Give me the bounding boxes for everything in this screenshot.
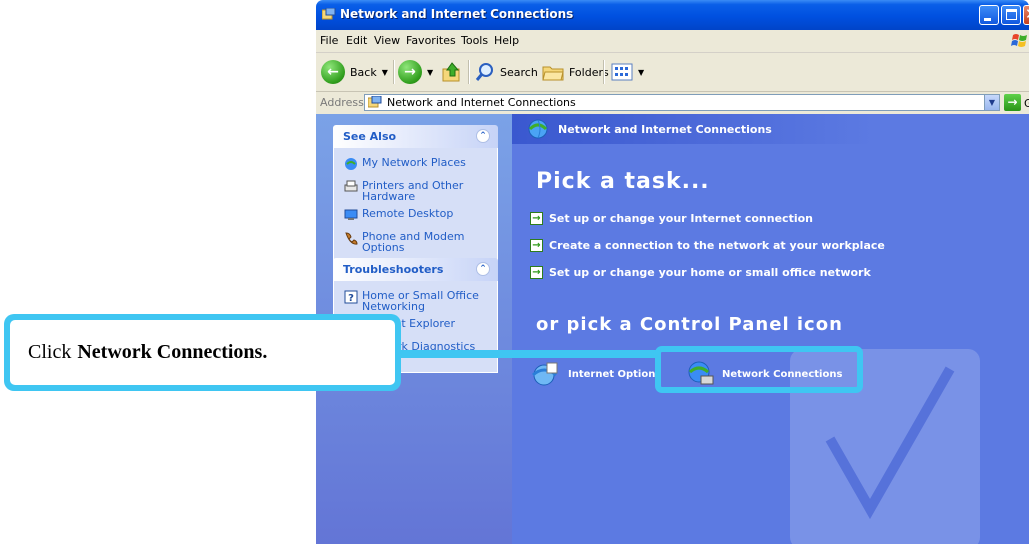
see-also-item-label: Printers and Other Hardware xyxy=(362,179,464,203)
collapse-icon[interactable]: ⌃ xyxy=(476,262,490,276)
windows-logo-icon xyxy=(1011,34,1027,47)
views-icon xyxy=(611,63,633,81)
printer-icon xyxy=(344,180,358,192)
address-value: Network and Internet Connections xyxy=(387,96,576,109)
toolbar-divider xyxy=(603,60,605,84)
chevron-down-icon: ▼ xyxy=(427,67,434,77)
back-label: Back xyxy=(350,65,377,79)
see-also-body: My Network Places Printers and Other Har… xyxy=(333,148,498,268)
callout-connector xyxy=(400,350,658,358)
see-also-item-remote-desktop[interactable]: Remote Desktop xyxy=(334,208,497,225)
up-folder-icon xyxy=(442,62,460,82)
collapse-icon[interactable]: ⌃ xyxy=(476,129,490,143)
task-arrow-icon: → xyxy=(530,211,543,225)
toolbar-divider xyxy=(468,60,470,84)
maximize-button[interactable] xyxy=(1001,5,1021,25)
menu-bar: File Edit View Favorites Tools Help xyxy=(316,30,1029,53)
folders-button[interactable]: Folders xyxy=(541,53,609,91)
pick-task-heading: Pick a task... xyxy=(536,169,710,194)
see-also-title: See Also xyxy=(343,130,397,143)
troubleshooters-title: Troubleshooters xyxy=(343,263,444,276)
troubleshooter-item-home-network[interactable]: ? Home or Small Office Networking xyxy=(334,290,497,312)
see-also-item-label: Remote Desktop xyxy=(362,207,454,220)
folders-icon xyxy=(542,66,564,81)
go-arrow-icon: → xyxy=(1007,95,1018,109)
forward-arrow-icon: → xyxy=(398,60,422,84)
search-button[interactable]: Search xyxy=(474,53,538,91)
menu-help[interactable]: Help xyxy=(494,34,519,47)
back-button[interactable]: ← Back ▼ xyxy=(321,53,388,91)
close-button[interactable]: ✕ xyxy=(1023,5,1029,25)
go-button[interactable]: → xyxy=(1004,94,1021,111)
back-arrow-icon: ← xyxy=(321,60,345,84)
minimize-button[interactable] xyxy=(979,5,999,25)
network-places-icon xyxy=(345,158,357,170)
address-bar: Address Network and Internet Connections… xyxy=(316,92,1029,114)
chevron-down-icon: ▼ xyxy=(381,67,388,77)
chevron-down-icon: ▼ xyxy=(638,67,645,77)
toolbar-divider xyxy=(393,60,395,84)
help-icon: ? xyxy=(344,290,358,304)
internet-options-icon-button[interactable]: Internet Options xyxy=(530,359,661,389)
troubleshooter-item-label: Home or Small Office Networking xyxy=(362,289,479,313)
main-pane: Network and Internet Connections Pick a … xyxy=(512,114,1029,544)
see-also-item-phone-modem[interactable]: Phone and Modem Options xyxy=(334,231,497,253)
phone-modem-icon xyxy=(345,232,358,245)
menu-view[interactable]: View xyxy=(374,34,400,47)
chevron-down-icon: ▼ xyxy=(988,98,996,107)
network-folder-icon xyxy=(368,96,382,108)
svg-text:?: ? xyxy=(348,293,354,304)
see-also-panel: See Also ⌃ My Network Places Printers an… xyxy=(333,125,498,268)
search-icon xyxy=(475,63,493,81)
window-title: Network and Internet Connections xyxy=(340,7,574,21)
forward-button[interactable]: → ▼ xyxy=(398,53,433,91)
internet-options-icon xyxy=(531,362,558,386)
globe-network-icon xyxy=(528,119,548,139)
close-icon: ✕ xyxy=(1025,5,1029,23)
address-label: Address xyxy=(320,96,364,109)
callout-target: Network Connections. xyxy=(77,341,268,363)
task-label: Set up or change your home or small offi… xyxy=(549,265,871,279)
highlight-box xyxy=(655,346,863,393)
see-also-item-label: Phone and Modem Options xyxy=(362,230,465,254)
task-internet-connection[interactable]: → Set up or change your Internet connect… xyxy=(530,210,813,226)
content-area: See Also ⌃ My Network Places Printers an… xyxy=(316,114,1029,544)
views-button[interactable]: ▼ xyxy=(611,53,644,91)
menu-tools[interactable]: Tools xyxy=(461,34,488,47)
see-also-item-label: My Network Places xyxy=(362,156,466,169)
menu-file[interactable]: File xyxy=(320,34,338,47)
callout-prefix: Click xyxy=(28,341,72,363)
task-arrow-icon: → xyxy=(530,238,543,252)
minimize-icon xyxy=(984,18,991,21)
search-label: Search xyxy=(500,65,538,79)
task-home-network[interactable]: → Set up or change your home or small of… xyxy=(530,264,871,280)
address-input[interactable]: Network and Internet Connections ▼ xyxy=(364,94,1000,111)
pick-icon-heading: or pick a Control Panel icon xyxy=(536,314,843,335)
callout-body: Click Network Connections. xyxy=(10,320,395,385)
internet-options-label: Internet Options xyxy=(568,368,662,380)
up-folder-button[interactable] xyxy=(441,53,463,91)
see-also-item-my-network-places[interactable]: My Network Places xyxy=(334,157,497,174)
task-label: Set up or change your Internet connectio… xyxy=(549,211,813,225)
task-arrow-icon: → xyxy=(530,265,543,279)
address-dropdown-button[interactable]: ▼ xyxy=(984,95,999,110)
network-folder-icon xyxy=(322,8,336,20)
explorer-window: Network and Internet Connections ✕ File … xyxy=(316,0,1029,544)
go-label[interactable]: Go xyxy=(1024,97,1029,110)
menu-favorites[interactable]: Favorites xyxy=(406,34,456,47)
instruction-callout: Click Network Connections. xyxy=(4,314,401,391)
category-title: Network and Internet Connections xyxy=(558,123,772,136)
task-workplace-connection[interactable]: → Create a connection to the network at … xyxy=(530,237,885,253)
maximize-icon xyxy=(1006,9,1017,20)
menu-edit[interactable]: Edit xyxy=(346,34,367,47)
see-also-item-printers[interactable]: Printers and Other Hardware xyxy=(334,180,497,202)
remote-desktop-icon xyxy=(344,209,358,220)
task-label: Create a connection to the network at yo… xyxy=(549,238,885,252)
standard-toolbar: ← Back ▼ → ▼ Search Folders ▼ xyxy=(316,53,1029,92)
troubleshooters-header[interactable]: Troubleshooters ⌃ xyxy=(333,258,498,281)
see-also-header[interactable]: See Also ⌃ xyxy=(333,125,498,148)
title-bar[interactable]: Network and Internet Connections ✕ xyxy=(316,0,1029,30)
